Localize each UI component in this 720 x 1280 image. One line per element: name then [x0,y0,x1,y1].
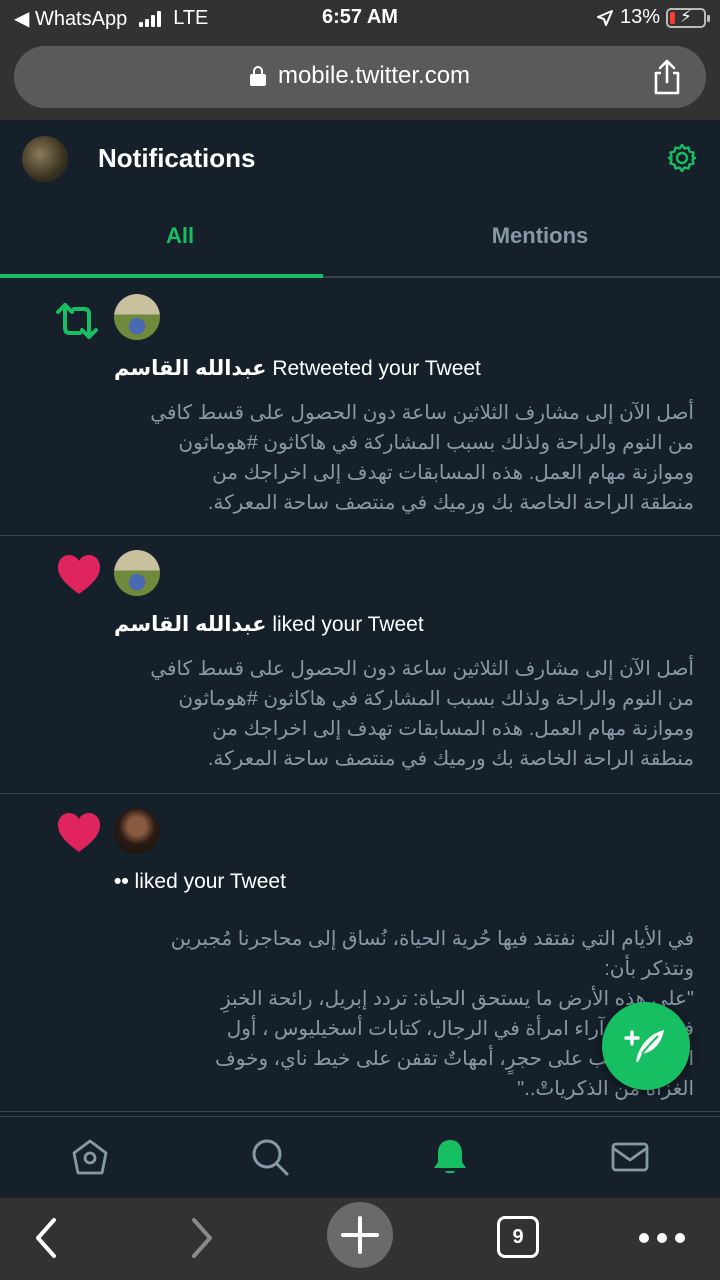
tweet-line: منطقة الراحة الخاصة بك ورميك في منتصف سا… [207,492,694,514]
notification-action: Retweeted your Tweet [266,357,481,380]
notifications-feed[interactable]: عبدالله القاسم Retweeted your Tweet أصل … [0,280,720,1116]
url-text: mobile.twitter.com [277,62,471,89]
compose-tweet-icon [624,1030,664,1062]
status-right: 13% ⚡ [596,6,710,29]
tweet-line: في الأيام التي نفتقد فيها حُرية الحياة، … [170,928,694,950]
notification-item[interactable]: عبدالله القاسم liked your Tweet أصل الآن… [0,536,720,794]
actor-name[interactable]: •• [114,870,129,893]
more-icon[interactable] [636,1226,688,1250]
tweet-line: من النوم والراحة ولذلك بسبب المشاركة في … [178,688,694,710]
notification-tabs: All Mentions [0,198,720,278]
bell-icon[interactable] [430,1137,470,1177]
location-arrow-icon [596,9,613,26]
forward-arrow-icon[interactable] [186,1216,218,1260]
actor-name[interactable]: عبدالله القاسم [114,357,266,380]
tweet-line: الغزاة من الذكرياتْ.." [517,1078,694,1100]
browser-top-chrome: ◀ WhatsApp LTE 6:57 AM 13% ⚡ mobile.twit… [0,0,720,120]
tweet-line: منطقة الراحة الخاصة بك ورميك في منتصف سا… [207,748,694,770]
tweet-line: أصل الآن إلى مشارف الثلاثين ساعة دون الح… [150,658,694,680]
active-tab-indicator [0,274,323,278]
heart-icon [58,813,100,852]
search-icon[interactable] [250,1137,290,1177]
status-bar: ◀ WhatsApp LTE 6:57 AM 13% ⚡ [0,0,720,36]
notification-text: •• liked your Tweet [114,870,286,894]
twitter-header: Notifications [0,120,720,198]
back-arrow-icon[interactable] [30,1216,62,1260]
heart-icon [58,555,100,594]
actor-name[interactable]: عبدالله القاسم [114,613,266,636]
tabs-button[interactable]: 9 [497,1216,539,1258]
tab-mentions-label: Mentions [491,223,589,248]
mail-icon[interactable] [610,1137,650,1177]
notification-action: liked your Tweet [128,870,286,893]
tweet-line: "على هذه الأرض ما يستحق الحياة: تردد إبر… [220,988,694,1010]
tweet-line: أصل الآن إلى مشارف الثلاثين ساعة دون الح… [150,402,694,424]
compose-tweet-button[interactable] [602,1002,690,1090]
actor-avatar[interactable] [114,808,160,854]
battery-icon: ⚡ [666,7,710,28]
plus-icon [341,1216,379,1254]
page-title: Notifications [98,143,256,173]
gear-icon[interactable] [666,142,698,174]
avatar[interactable] [22,136,68,182]
twitter-bottom-nav [0,1116,720,1198]
actor-avatar[interactable] [114,294,160,340]
retweet-icon [56,303,98,339]
tweet-text: أصل الآن إلى مشارف الثلاثين ساعة دون الح… [104,654,694,774]
tab-mentions[interactable]: Mentions [360,198,720,276]
address-bar[interactable]: mobile.twitter.com [14,46,706,108]
tweet-text: في الأيام التي نفتقد فيها حُرية الحياة، … [104,924,694,1104]
new-tab-button[interactable] [327,1202,393,1268]
tweet-text: أصل الآن إلى مشارف الثلاثين ساعة دون الح… [104,398,694,518]
notification-item[interactable]: عبدالله القاسم Retweeted your Tweet أصل … [0,280,720,536]
browser-toolbar: 9 [0,1198,720,1280]
tweet-line: ونتذكر بأن: [604,958,694,980]
lock-icon [249,66,266,86]
notification-action: liked your Tweet [266,613,424,636]
notification-text: عبدالله القاسم Retweeted your Tweet [114,356,481,381]
home-icon[interactable] [70,1137,110,1177]
actor-avatar[interactable] [114,550,160,596]
tweet-line: وموازنة مهام العمل. هذه المسابقات تهدف إ… [212,718,694,740]
notification-text: عبدالله القاسم liked your Tweet [114,612,424,637]
tweet-line: وموازنة مهام العمل. هذه المسابقات تهدف إ… [212,462,694,484]
tab-all-label: All [165,223,195,248]
battery-percent: 13% [619,6,660,28]
tab-all[interactable]: All [0,198,360,276]
tweet-line: من النوم والراحة ولذلك بسبب المشاركة في … [178,432,694,454]
share-icon[interactable] [650,58,684,96]
